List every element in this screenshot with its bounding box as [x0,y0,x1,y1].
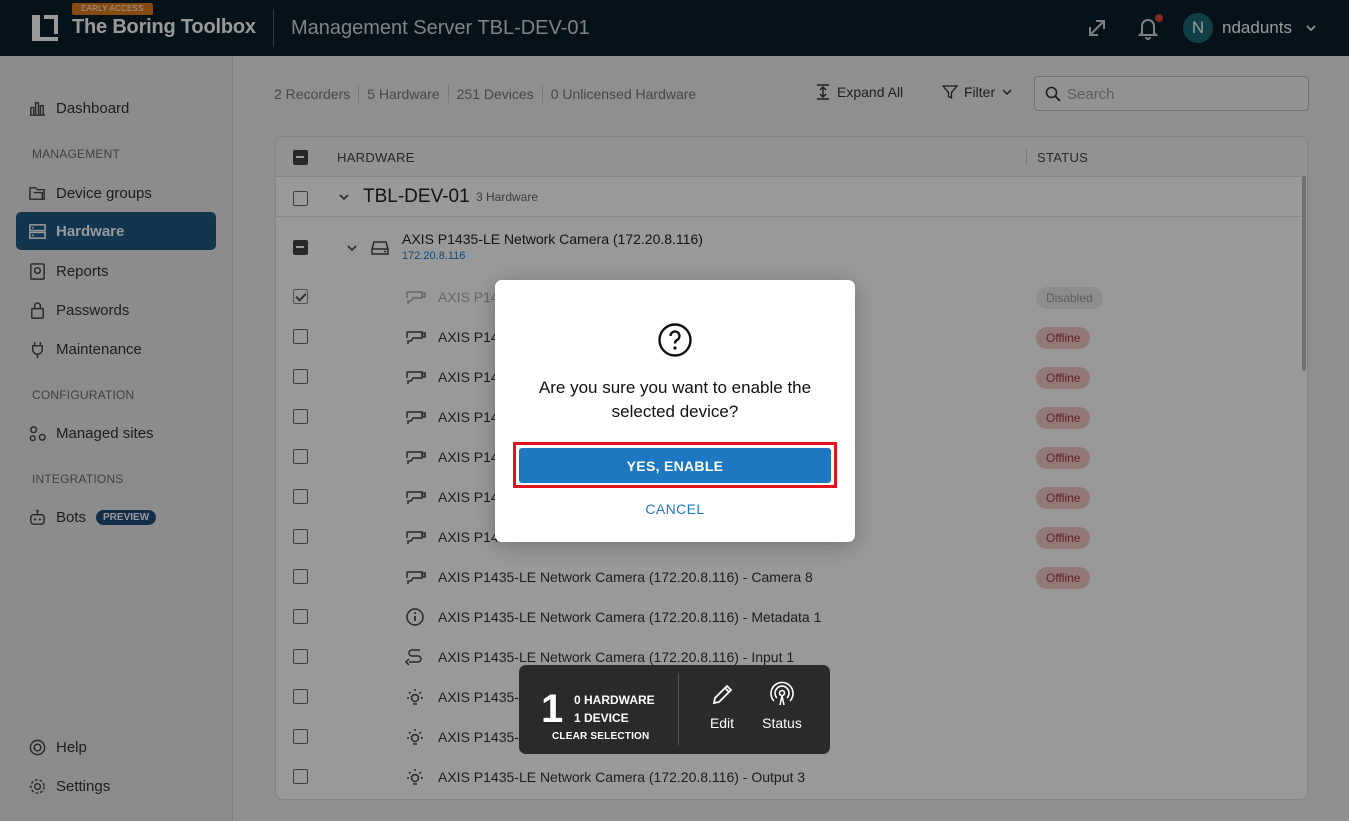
clear-selection-button[interactable]: CLEAR SELECTION [552,731,649,742]
selection-bar: 1 0 HARDWARE 1 DEVICE CLEAR SELECTION Ed… [519,665,830,754]
yes-enable-button[interactable]: YES, ENABLE [519,448,831,483]
selected-device-count: 1 DEVICE [574,711,629,725]
status-label: Status [762,715,802,731]
question-icon [658,323,692,357]
selection-count: 1 [541,687,564,731]
status-button[interactable]: Status [752,681,812,731]
dialog-message: Are you sure you want to enable the sele… [538,378,812,421]
edit-label: Edit [709,715,735,731]
pencil-icon [712,684,733,705]
selected-hardware-count: 0 HARDWARE [574,693,655,707]
edit-button[interactable]: Edit [692,681,752,731]
confirm-dialog: Are you sure you want to enable the sele… [495,280,855,542]
broadcast-icon [770,681,794,706]
cancel-button[interactable]: CANCEL [625,498,725,520]
selection-divider [678,673,679,745]
